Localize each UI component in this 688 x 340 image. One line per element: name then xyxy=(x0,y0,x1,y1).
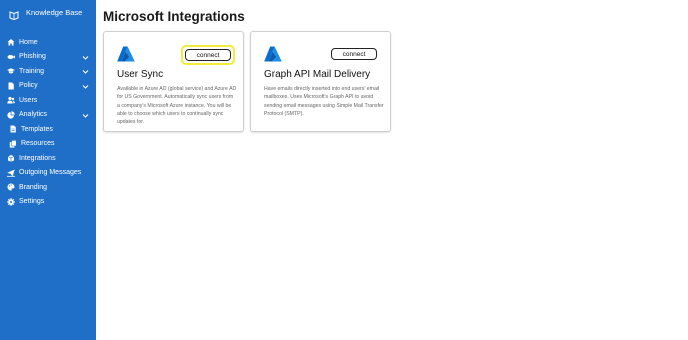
integration-card-user-sync: connect User Sync Available in Azure AD … xyxy=(103,31,244,132)
card-title: Graph API Mail Delivery xyxy=(264,69,371,80)
azure-icon xyxy=(264,46,282,62)
main-content: Microsoft Integrations connect User Sync… xyxy=(96,0,688,340)
sidebar-item-label: Policy xyxy=(19,82,38,90)
page-title: Microsoft Integrations xyxy=(103,9,245,24)
sidebar-item-label: Phishing xyxy=(19,53,46,61)
copy-icon xyxy=(9,139,17,148)
sidebar-item-templates[interactable]: Templates xyxy=(0,122,96,137)
sidebar-item-label: Home xyxy=(19,38,38,46)
sidebar-item-label: Integrations xyxy=(19,154,56,162)
sidebar-item-branding[interactable]: Branding xyxy=(0,180,96,195)
sidebar-item-policy[interactable]: Policy xyxy=(0,79,96,94)
sidebar-item-home[interactable]: Home xyxy=(0,35,96,50)
card-description: Available in Azure AD (global service) a… xyxy=(117,86,237,126)
sidebar-item-label: Analytics xyxy=(19,111,48,119)
sidebar-nav: Home Phishing Training Policy Users Anal… xyxy=(0,35,96,209)
chevron-down-icon[interactable] xyxy=(82,112,89,119)
chevron-down-icon[interactable] xyxy=(82,83,89,90)
chart-pie-icon xyxy=(7,111,15,119)
paper-plane-icon xyxy=(7,169,15,177)
chevron-down-icon[interactable] xyxy=(82,54,89,61)
sidebar-item-label: Users xyxy=(19,96,38,104)
sidebar-item-label: Training xyxy=(19,67,45,75)
sidebar-item-analytics[interactable]: Analytics xyxy=(0,108,96,123)
box-icon xyxy=(7,154,15,163)
chevron-down-icon[interactable] xyxy=(82,68,89,75)
sidebar-item-label: Resources xyxy=(21,140,55,148)
sidebar-item-label: Templates xyxy=(21,125,53,133)
connect-button[interactable]: connect xyxy=(331,48,377,60)
card-description: Have emails directly inserted into end u… xyxy=(264,86,384,117)
sidebar-item-outgoing-messages[interactable]: Outgoing Messages xyxy=(0,166,96,181)
azure-icon xyxy=(117,46,135,62)
document-icon xyxy=(9,125,17,133)
users-icon xyxy=(7,96,15,104)
knowledge-base-logo-icon xyxy=(9,7,19,21)
sidebar-item-resources[interactable]: Resources xyxy=(0,137,96,152)
brand[interactable]: Knowledge Base xyxy=(9,6,83,21)
sidebar-item-label: Branding xyxy=(19,183,48,191)
palette-icon xyxy=(7,183,15,191)
sidebar: Knowledge Base Home Phishing Training Po… xyxy=(0,0,96,340)
sidebar-item-phishing[interactable]: Phishing xyxy=(0,50,96,65)
sidebar-item-integrations[interactable]: Integrations xyxy=(0,151,96,166)
brand-title: Knowledge Base xyxy=(26,7,83,17)
sidebar-item-label: Outgoing Messages xyxy=(19,169,82,177)
sidebar-item-users[interactable]: Users xyxy=(0,93,96,108)
card-title: User Sync xyxy=(117,69,164,80)
sidebar-item-label: Settings xyxy=(19,198,45,206)
app-window: Knowledge Base Home Phishing Training Po… xyxy=(0,0,688,340)
home-icon xyxy=(7,38,15,46)
file-icon xyxy=(7,82,15,90)
graduation-cap-icon xyxy=(7,67,15,75)
integration-card-graph-api-mail-delivery: connect Graph API Mail Delivery Have ema… xyxy=(250,31,391,132)
fish-icon xyxy=(7,53,15,61)
gear-icon xyxy=(7,197,15,206)
connect-button[interactable]: connect xyxy=(185,49,231,61)
sidebar-item-settings[interactable]: Settings xyxy=(0,195,96,210)
sidebar-item-training[interactable]: Training xyxy=(0,64,96,79)
